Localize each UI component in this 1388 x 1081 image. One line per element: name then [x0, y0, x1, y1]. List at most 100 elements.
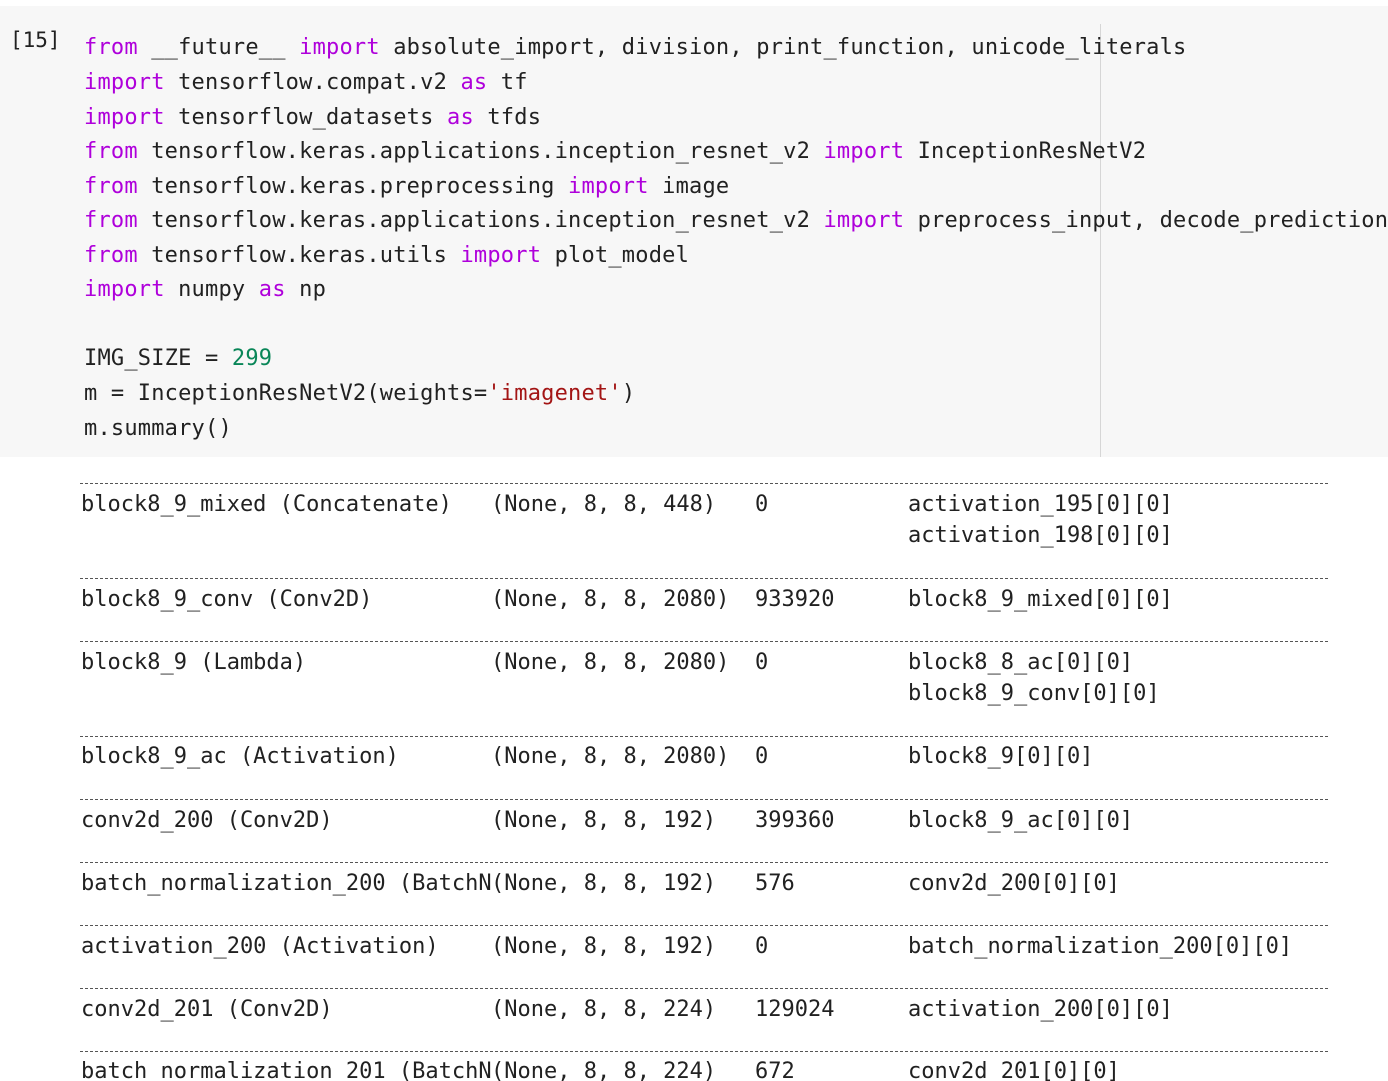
code-line: m.summary() [84, 416, 232, 442]
summary-connected-to: block8_8_ac[0][0] [908, 650, 1134, 675]
code-string: 'imagenet' [487, 381, 622, 406]
summary-params: 129024 [755, 997, 835, 1022]
summary-params: 0 [755, 744, 769, 769]
summary-layer: block8_9 (Lambda) [81, 650, 307, 675]
row-separator [80, 1051, 1328, 1052]
code-token: image [648, 174, 730, 199]
summary-shape: (None, 8, 8, 448) [491, 492, 717, 517]
code-keyword: import [823, 139, 905, 164]
summary-connected-to: conv2d_200[0][0] [908, 871, 1120, 896]
code-line: from tensorflow.keras.applications.incep… [84, 139, 1146, 165]
summary-shape: (None, 8, 8, 2080) [491, 650, 730, 675]
code-token: absolute_import, division, print_functio… [379, 35, 1187, 60]
code-keyword: from [84, 139, 138, 164]
code-line: IMG_SIZE = 299 [84, 346, 272, 372]
code-line: import tensorflow.compat.v2 as tf [84, 70, 528, 96]
code-token: IMG_SIZE = [84, 346, 232, 371]
summary-connected-to: block8_9_mixed[0][0] [908, 587, 1173, 612]
code-keyword: as [258, 277, 286, 302]
summary-shape: (None, 8, 8, 2080) [491, 744, 730, 769]
summary-shape: (None, 8, 8, 192) [491, 808, 717, 833]
code-line: import numpy as np [84, 277, 326, 303]
code-keyword: import [299, 35, 380, 60]
summary-params: 672 [755, 1059, 795, 1081]
code-token: __future__ [137, 35, 300, 60]
summary-connected-to: batch_normalization_200[0][0] [908, 934, 1293, 959]
summary-params: 576 [755, 871, 795, 896]
row-separator [80, 988, 1328, 989]
row-separator [80, 925, 1328, 926]
code-keyword: import [84, 277, 165, 302]
code-token: np [285, 277, 327, 302]
summary-shape: (None, 8, 8, 2080) [491, 587, 730, 612]
code-token: tf [487, 70, 528, 95]
code-line: from __future__ import absolute_import, … [84, 35, 1187, 61]
row-separator [80, 799, 1328, 800]
code-keyword: import [84, 105, 165, 130]
summary-layer: batch_normalization_201 (BatchN [81, 1059, 492, 1081]
code-line: m = InceptionResNetV2(weights='imagenet'… [84, 381, 635, 407]
code-keyword: import [568, 174, 649, 199]
ruler-line [1100, 24, 1101, 457]
summary-layer: conv2d_200 (Conv2D) [81, 808, 333, 833]
code-cell[interactable]: [15] from __future__ import absolute_imp… [0, 6, 1388, 457]
code-token: m = InceptionResNetV2(weights= [84, 381, 488, 406]
summary-connected-to: conv2d_201[0][0] [908, 1059, 1120, 1081]
summary-layer: conv2d_201 (Conv2D) [81, 997, 333, 1022]
summary-layer: block8_9_conv (Conv2D) [81, 587, 373, 612]
summary-layer: activation_200 (Activation) [81, 934, 439, 959]
summary-connected-to: block8_9[0][0] [908, 744, 1094, 769]
code-keyword: import [84, 70, 165, 95]
cell-output: block8_9_mixed (Concatenate) (None, 8, 8,… [0, 457, 1388, 1081]
summary-params: 933920 [755, 587, 835, 612]
code-token: plot_model [541, 243, 690, 268]
code-token: tensorflow.keras.utils [137, 243, 461, 268]
code-token: numpy [164, 277, 259, 302]
code-keyword: from [84, 243, 138, 268]
row-separator [80, 862, 1328, 863]
summary-params: 0 [755, 650, 769, 675]
code-line: from tensorflow.keras.applications.incep… [84, 208, 1388, 234]
summary-params: 399360 [755, 808, 835, 833]
summary-connected-to: block8_9_conv[0][0] [908, 681, 1160, 706]
code-token: tensorflow.keras.applications.inception_… [137, 208, 824, 233]
summary-layer: batch_normalization_200 (BatchN [81, 871, 492, 896]
summary-shape: (None, 8, 8, 224) [491, 1059, 717, 1081]
code-number: 299 [231, 346, 273, 371]
summary-connected-to: activation_198[0][0] [908, 523, 1173, 548]
summary-shape: (None, 8, 8, 192) [491, 934, 717, 959]
summary-shape: (None, 8, 8, 192) [491, 871, 717, 896]
summary-connected-to: block8_9_ac[0][0] [908, 808, 1134, 833]
code-token: tensorflow_datasets [164, 105, 448, 130]
code-token: tensorflow.keras.applications.inception_… [137, 139, 824, 164]
summary-params: 0 [755, 934, 769, 959]
code-keyword: import [823, 208, 905, 233]
code-token: m.summary() [84, 416, 232, 441]
code-keyword: import [460, 243, 542, 268]
code-line: import tensorflow_datasets as tfds [84, 105, 541, 131]
row-separator [80, 483, 1328, 484]
code-keyword: as [447, 105, 474, 130]
summary-connected-to: activation_200[0][0] [908, 997, 1173, 1022]
code-editor[interactable]: from __future__ import absolute_import, … [0, 6, 1388, 457]
code-token: tensorflow.compat.v2 [164, 70, 461, 95]
code-line: from tensorflow.keras.preprocessing impo… [84, 174, 729, 200]
summary-shape: (None, 8, 8, 224) [491, 997, 717, 1022]
summary-params: 0 [755, 492, 769, 517]
code-token: tensorflow.keras.preprocessing [137, 174, 569, 199]
code-keyword: from [84, 35, 138, 60]
code-line: from tensorflow.keras.utils import plot_… [84, 243, 689, 269]
code-token: InceptionResNetV2 [904, 139, 1147, 164]
summary-connected-to: activation_195[0][0] [908, 492, 1173, 517]
row-separator [80, 578, 1328, 579]
code-token: preprocess_input, decode_predictions [904, 208, 1388, 233]
code-keyword: from [84, 174, 138, 199]
summary-layer: block8_9_mixed (Concatenate) [81, 492, 452, 517]
code-keyword: from [84, 208, 138, 233]
code-token: ) [621, 381, 636, 406]
code-token: tfds [473, 105, 542, 130]
row-separator [80, 641, 1328, 642]
summary-layer: block8_9_ac (Activation) [81, 744, 399, 769]
code-keyword: as [460, 70, 488, 95]
row-separator [80, 736, 1328, 737]
